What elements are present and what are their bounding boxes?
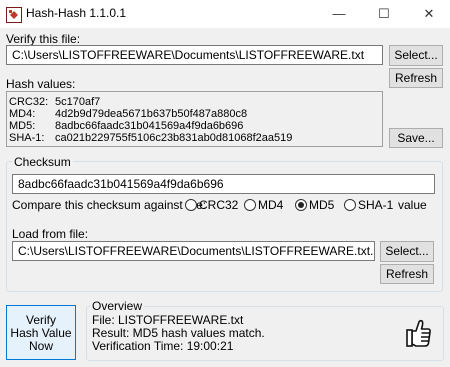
overview-group-label: Overview — [90, 299, 145, 313]
radio-crc32[interactable] — [185, 199, 197, 211]
hash-key-crc32: CRC32: — [9, 96, 49, 108]
verify-now-button[interactable]: Verify Hash Value Now — [6, 305, 76, 360]
radio-md4-label[interactable]: MD4 — [258, 198, 283, 212]
radio-md5[interactable] — [295, 199, 307, 211]
radio-crc32-label[interactable]: CRC32 — [199, 198, 238, 212]
radio-sha1-label[interactable]: SHA-1 — [358, 198, 393, 212]
app-icon — [6, 7, 22, 23]
compare-suffix-label: value — [398, 198, 427, 212]
hash-value-sha1: ca021b229755f5106c23b831ab0d81068f2aa519 — [55, 132, 293, 144]
verify-now-line3: Now — [28, 339, 53, 353]
overview-file-line: File: LISTOFFREEWARE.txt — [92, 313, 244, 327]
verify-file-input[interactable]: C:\Users\LISTOFFREEWARE\Documents\LISTOF… — [6, 45, 383, 65]
thumbs-up-icon — [406, 318, 432, 348]
verify-file-label: Verify this file: — [6, 32, 81, 46]
verify-select-button[interactable]: Select... — [389, 45, 443, 66]
load-select-button[interactable]: Select... — [380, 241, 434, 262]
save-hashes-button[interactable]: Save... — [389, 128, 443, 148]
overview-time-line: Verification Time: 19:00:21 — [92, 339, 234, 353]
hash-value-md5: 8adbc66faadc31b041569a4f9da6b696 — [55, 120, 244, 132]
window-title: Hash-Hash 1.1.0.1 — [26, 6, 127, 20]
load-file-input[interactable]: C:\Users\LISTOFFREEWARE\Documents\LISTOF… — [12, 241, 375, 261]
load-refresh-button[interactable]: Refresh — [380, 264, 434, 284]
radio-md5-label[interactable]: MD5 — [309, 198, 334, 212]
radio-md4[interactable] — [244, 199, 256, 211]
radio-sha1[interactable] — [344, 199, 356, 211]
hash-key-sha1: SHA-1: — [9, 132, 45, 144]
close-button[interactable]: ✕ — [414, 0, 444, 28]
verify-refresh-button[interactable]: Refresh — [389, 68, 443, 88]
hash-value-md4: 4d2b9d79dea5671b637b50f487a880c8 — [55, 108, 248, 120]
overview-result-line: Result: MD5 hash values match. — [92, 326, 265, 340]
hash-key-md4: MD4: — [9, 108, 36, 120]
checksum-input[interactable]: 8adbc66faadc31b041569a4f9da6b696 — [12, 174, 435, 194]
compare-label: Compare this checksum against the: — [12, 198, 207, 212]
hash-value-crc32: 5c170af7 — [55, 96, 101, 108]
hash-key-md5: MD5: — [9, 120, 36, 132]
hash-values-label: Hash values: — [6, 77, 76, 91]
minimize-button[interactable]: — — [324, 0, 354, 28]
load-from-file-label: Load from file: — [12, 227, 89, 241]
checksum-group-label: Checksum — [12, 155, 73, 169]
maximize-button[interactable]: ☐ — [369, 0, 399, 28]
